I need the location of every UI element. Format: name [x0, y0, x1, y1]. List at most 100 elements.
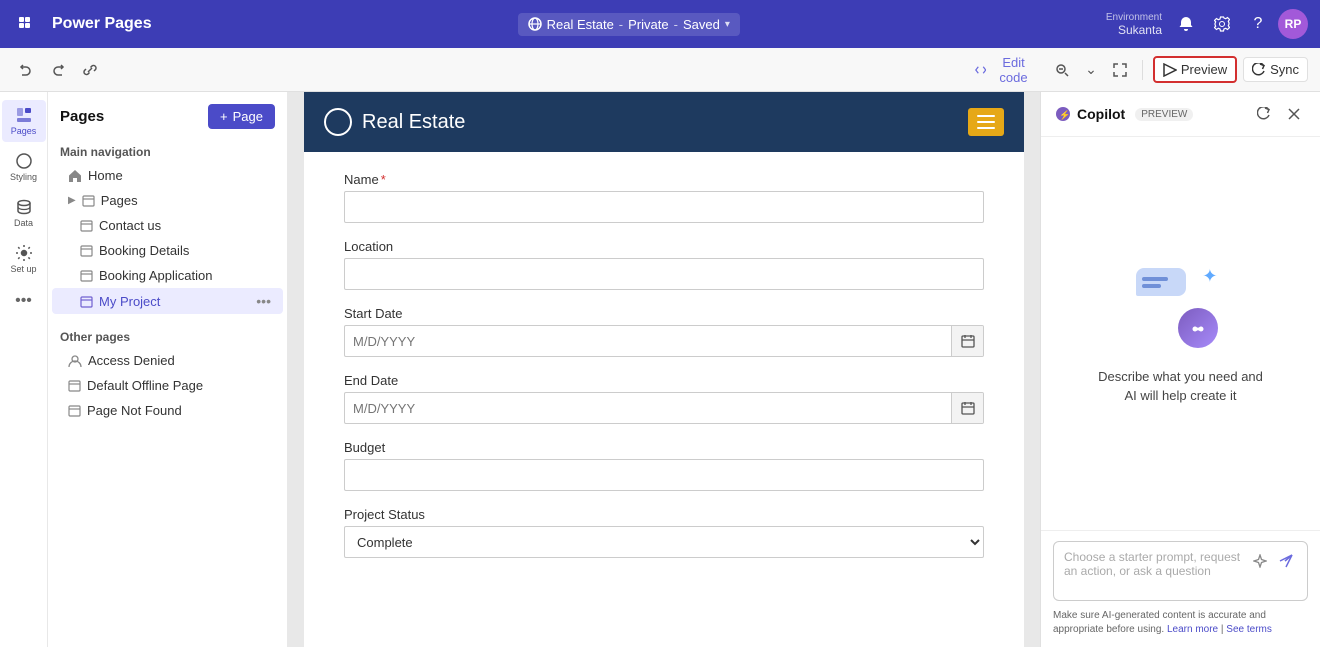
form-group-location: Location: [344, 239, 984, 290]
settings-button[interactable]: [1206, 8, 1238, 40]
pages-panel: Pages + Page Main navigation Home ▶ Page…: [48, 92, 288, 647]
app-title: Power Pages: [52, 15, 152, 33]
copilot-header: ⚡ Copilot PREVIEW: [1041, 92, 1320, 137]
nav-page-not-found-label: Page Not Found: [87, 403, 182, 418]
zoom-in-button[interactable]: ⌄: [1079, 56, 1102, 84]
pages-panel-title: Pages: [60, 108, 104, 125]
budget-input[interactable]: [344, 459, 984, 491]
sidebar-item-pages[interactable]: Pages: [2, 100, 46, 142]
site-name: Real Estate: [547, 17, 614, 32]
toolbar2: Edit code ⌄ Preview Sync: [0, 48, 1320, 92]
setup-icon-label: Set up: [10, 264, 36, 274]
copilot-body: ✦ Describe what you need and AI will hel…: [1041, 137, 1320, 530]
sidebar-item-styling[interactable]: Styling: [2, 146, 46, 188]
nav-default-offline-label: Default Offline Page: [87, 378, 203, 393]
fullscreen-button[interactable]: [1109, 56, 1132, 84]
copilot-description: Describe what you need and AI will help …: [1098, 368, 1263, 404]
form-group-end-date: End Date: [344, 373, 984, 424]
notification-button[interactable]: [1170, 8, 1202, 40]
copilot-learn-more-link[interactable]: Learn more: [1167, 624, 1218, 635]
copilot-refresh-button[interactable]: [1252, 102, 1276, 126]
nav-item-default-offline[interactable]: Default Offline Page: [52, 373, 283, 398]
copilot-input-placeholder: Choose a starter prompt, request an acti…: [1064, 550, 1243, 578]
form-group-budget: Budget: [344, 440, 984, 491]
nav-booking-application-label: Booking Application: [99, 268, 212, 283]
nav-item-page-not-found[interactable]: Page Not Found: [52, 398, 283, 423]
copilot-close-button[interactable]: [1282, 102, 1306, 126]
site-status: Saved: [683, 17, 720, 32]
start-date-calendar-button[interactable]: [951, 325, 983, 357]
copilot-footer: Choose a starter prompt, request an acti…: [1041, 530, 1320, 647]
pages-chevron: ▶: [68, 195, 76, 206]
site-info-button[interactable]: Real Estate - Private - Saved ▾: [518, 13, 740, 36]
nav-contact-label: Contact us: [99, 218, 161, 233]
nav-item-access-denied[interactable]: Access Denied: [52, 348, 283, 373]
undo-button[interactable]: [12, 56, 40, 84]
nav-item-booking-details[interactable]: Booking Details: [52, 238, 283, 263]
copilot-input-buttons: [1249, 550, 1297, 572]
location-input[interactable]: [344, 258, 984, 290]
sidebar-item-setup[interactable]: Set up: [2, 238, 46, 280]
nav-item-contact-us[interactable]: Contact us: [52, 213, 283, 238]
environment-info: Environment Sukanta: [1106, 12, 1162, 37]
project-status-select[interactable]: Complete In Progress Not Started On Hold: [344, 526, 984, 558]
nav-item-more-button[interactable]: •••: [256, 293, 271, 309]
start-date-input[interactable]: [345, 328, 951, 355]
preview-button[interactable]: Preview: [1153, 56, 1237, 83]
apps-menu-button[interactable]: [12, 10, 40, 38]
nav-home-label: Home: [88, 168, 123, 183]
copilot-desc-line2: AI will help create it: [1125, 388, 1237, 403]
nav-item-pages[interactable]: ▶ Pages: [52, 188, 283, 213]
end-date-calendar-button[interactable]: [951, 392, 983, 424]
copilot-spark-button[interactable]: [1249, 550, 1271, 572]
more-options-button[interactable]: •••: [11, 288, 36, 314]
end-date-input-wrap: [344, 392, 984, 424]
copilot-input-area[interactable]: Choose a starter prompt, request an acti…: [1053, 541, 1308, 601]
add-page-button[interactable]: + Page: [208, 104, 275, 129]
name-label: Name*: [344, 172, 984, 187]
nav-item-home[interactable]: Home: [52, 163, 283, 188]
link-button[interactable]: [76, 56, 104, 84]
copilot-disclaimer: Make sure AI-generated content is accura…: [1053, 609, 1308, 637]
pages-icon-label: Pages: [11, 126, 37, 136]
svg-text:⚡: ⚡: [1059, 109, 1070, 121]
site-header: Real Estate: [304, 92, 1024, 152]
pages-panel-header: Pages + Page: [48, 92, 287, 137]
topbar-right: Environment Sukanta ? RP: [1106, 8, 1308, 40]
start-date-label: Start Date: [344, 306, 984, 321]
budget-label: Budget: [344, 440, 984, 455]
edit-code-label: Edit code: [991, 55, 1036, 85]
nav-pages-label: Pages: [101, 193, 138, 208]
nav-my-project-label: My Project: [99, 294, 160, 309]
site-privacy: Private: [628, 17, 668, 32]
copilot-illustration: ✦: [1136, 262, 1226, 352]
copilot-send-button[interactable]: [1275, 550, 1297, 572]
user-avatar[interactable]: RP: [1278, 9, 1308, 39]
site-hamburger-menu[interactable]: [968, 108, 1004, 136]
other-pages-label: Other pages: [48, 322, 287, 348]
copilot-preview-badge: PREVIEW: [1135, 108, 1193, 121]
nav-item-my-project[interactable]: My Project •••: [52, 288, 283, 314]
help-button[interactable]: ?: [1242, 8, 1274, 40]
site-logo-text: Real Estate: [362, 111, 465, 134]
copilot-see-terms-link[interactable]: See terms: [1226, 624, 1272, 635]
edit-code-button[interactable]: Edit code: [967, 51, 1044, 89]
sync-button[interactable]: Sync: [1243, 57, 1308, 82]
main-content: Pages Styling Data Set up ••• Pages + Pa…: [0, 92, 1320, 647]
zoom-out-button[interactable]: [1050, 56, 1073, 84]
ai-avatar: [1178, 308, 1218, 348]
sidebar-item-data[interactable]: Data: [2, 192, 46, 234]
preview-label: Preview: [1181, 62, 1227, 77]
data-icon-label: Data: [14, 218, 33, 228]
nav-item-booking-application[interactable]: Booking Application: [52, 263, 283, 288]
add-page-label: Page: [233, 109, 263, 124]
toolbar2-right: Edit code ⌄ Preview Sync: [967, 51, 1308, 89]
topbar: Power Pages Real Estate - Private - Save…: [0, 0, 1320, 48]
topbar-center: Real Estate - Private - Saved ▾: [160, 13, 1098, 36]
copilot-desc-line1: Describe what you need and: [1098, 369, 1263, 384]
redo-button[interactable]: [44, 56, 72, 84]
name-input[interactable]: [344, 191, 984, 223]
end-date-label: End Date: [344, 373, 984, 388]
end-date-input[interactable]: [345, 395, 951, 422]
form-area: Name* Location Start Date: [304, 152, 1024, 614]
